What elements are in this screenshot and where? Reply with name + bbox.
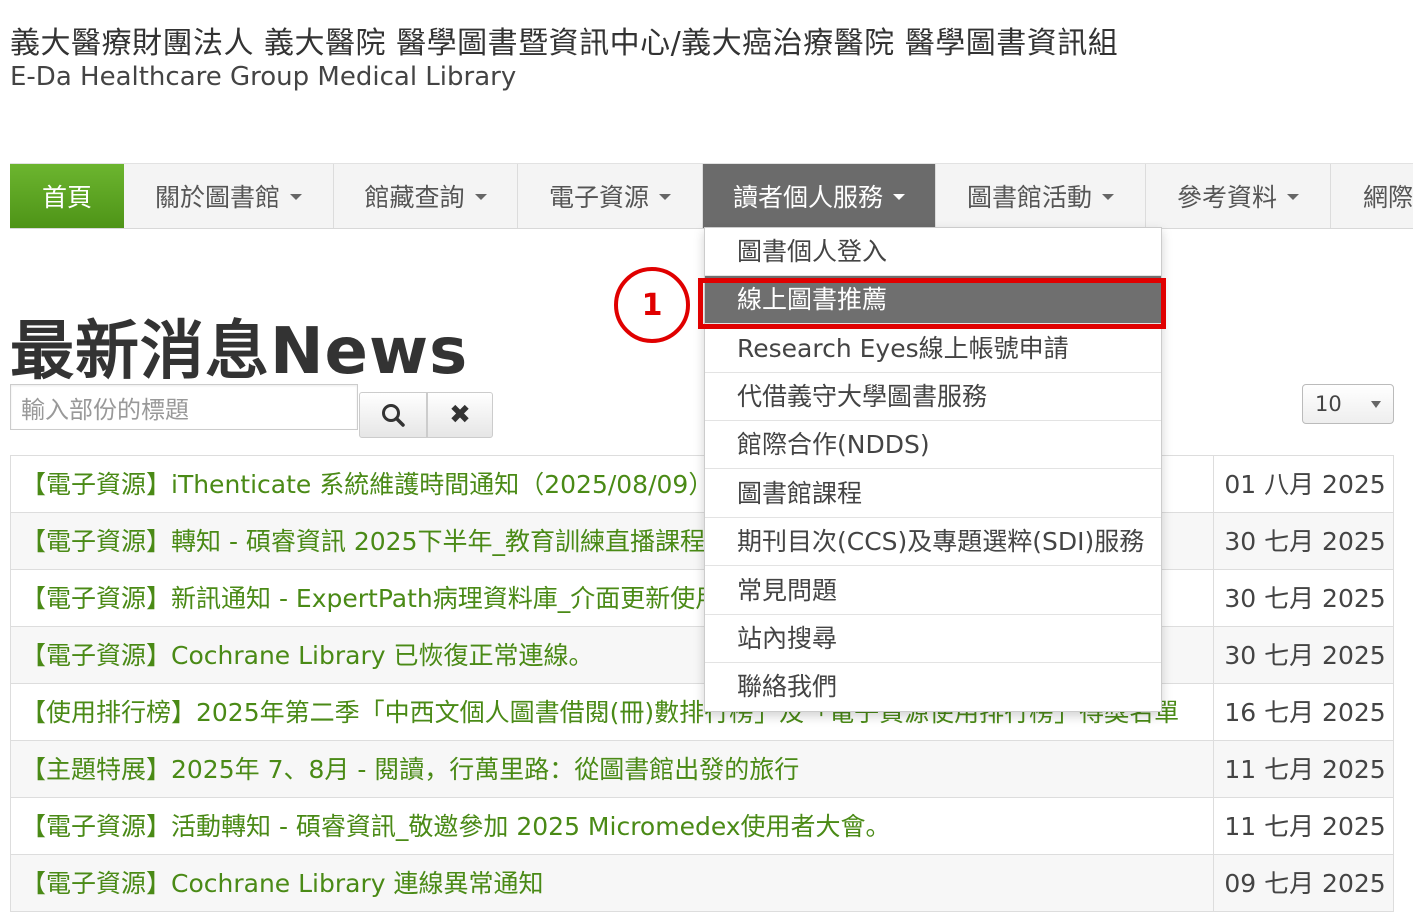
menu-item-ccs-sdi[interactable]: 期刊目次(CCS)及專題選粹(SDI)服務	[705, 518, 1161, 566]
news-title-link[interactable]: 【電子資源】轉知 - 碩睿資訊 2025下半年_教育訓練直播課程	[21, 513, 705, 570]
caret-down-icon	[893, 194, 905, 200]
main-navbar: 首頁 關於圖書館 館藏查詢 電子資源 讀者個人服務 圖書館活動 參考資料 網際	[10, 163, 1413, 229]
table-row: 【電子資源】iThenticate 系統維護時間通知（2025/08/09） 0…	[10, 456, 1394, 513]
caret-down-icon	[474, 194, 487, 200]
table-row: 【主題特展】2025年 7、8月 - 閱讀，行萬里路：從圖書館出發的旅行 11 …	[10, 741, 1394, 798]
table-row: 【電子資源】活動轉知 - 碩睿資訊_敬邀參加 2025 Micromedex使用…	[10, 798, 1394, 855]
annotation-highlight-box	[698, 278, 1166, 329]
page-size-value: 10	[1315, 392, 1342, 416]
news-date: 30 七月 2025	[1213, 513, 1396, 569]
table-row: 【電子資源】Cochrane Library 連線異常通知 09 七月 2025	[10, 855, 1394, 912]
news-date: 09 七月 2025	[1213, 855, 1396, 911]
nav-label: 讀者個人服務	[732, 183, 883, 212]
caret-down-icon	[1102, 194, 1114, 200]
menu-item-ndds[interactable]: 館際合作(NDDS)	[705, 421, 1161, 469]
menu-item-faq[interactable]: 常見問題	[705, 567, 1161, 615]
nav-label: 網際	[1363, 183, 1413, 212]
table-row: 【使用排行榜】2025年第二季「中西文個人圖書借閱(冊)數排行榜」及「電子資源使…	[10, 684, 1394, 741]
news-date: 11 七月 2025	[1213, 741, 1396, 797]
nav-label: 圖書館活動	[966, 183, 1092, 212]
nav-home[interactable]: 首頁	[10, 164, 124, 228]
caret-down-icon	[290, 194, 302, 200]
chevron-down-icon	[1371, 401, 1381, 408]
news-title-link[interactable]: 【電子資源】新訊通知 - ExpertPath病理資料庫_介面更新使用	[21, 570, 720, 627]
step-number-badge: 1	[614, 267, 690, 343]
site-subtitle: E-Da Healthcare Group Medical Library	[10, 62, 517, 92]
table-row: 【電子資源】新訊通知 - ExpertPath病理資料庫_介面更新使用 30 七…	[10, 570, 1394, 627]
news-date: 11 七月 2025	[1213, 798, 1396, 854]
news-title-link[interactable]: 【電子資源】Cochrane Library 連線異常通知	[21, 855, 543, 912]
news-date: 16 七月 2025	[1213, 684, 1396, 740]
search-icon	[382, 404, 405, 427]
nav-label: 館藏查詢	[364, 183, 465, 212]
nav-label: 關於圖書館	[154, 183, 280, 212]
search-placeholder: 輸入部份的標題	[21, 395, 189, 424]
close-icon: ✖	[449, 400, 471, 430]
nav-internet[interactable]: 網際	[1331, 164, 1413, 228]
menu-item-isu-borrowing[interactable]: 代借義守大學圖書服務	[705, 373, 1161, 421]
nav-reader-services[interactable]: 讀者個人服務	[703, 164, 936, 228]
page-title: 最新消息News	[10, 315, 469, 389]
clear-button[interactable]: ✖	[427, 392, 493, 438]
table-row: 【電子資源】轉知 - 碩睿資訊 2025下半年_教育訓練直播課程 30 七月 2…	[10, 513, 1394, 570]
nav-catalog-search[interactable]: 館藏查詢	[334, 164, 518, 228]
caret-down-icon	[1287, 194, 1299, 200]
page-size-select[interactable]: 10	[1302, 384, 1394, 424]
news-date: 30 七月 2025	[1213, 570, 1396, 626]
search-button[interactable]	[359, 392, 427, 438]
nav-references[interactable]: 參考資料	[1146, 164, 1331, 228]
news-title-link[interactable]: 【電子資源】活動轉知 - 碩睿資訊_敬邀參加 2025 Micromedex使用…	[21, 798, 891, 855]
menu-item-site-search[interactable]: 站內搜尋	[705, 615, 1161, 663]
caret-down-icon	[659, 194, 671, 200]
news-title-link[interactable]: 【電子資源】Cochrane Library 已恢復正常連線。	[21, 627, 593, 684]
nav-about-library[interactable]: 關於圖書館	[124, 164, 334, 228]
table-row: 【電子資源】Cochrane Library 已恢復正常連線。 30 七月 20…	[10, 627, 1394, 684]
menu-item-research-eyes-account[interactable]: Research Eyes線上帳號申請	[705, 325, 1161, 373]
news-date: 01 八月 2025	[1213, 456, 1396, 512]
nav-library-events[interactable]: 圖書館活動	[936, 164, 1146, 228]
news-title-link[interactable]: 【電子資源】iThenticate 系統維護時間通知（2025/08/09）	[21, 456, 713, 513]
news-title-link[interactable]: 【主題特展】2025年 7、8月 - 閱讀，行萬里路：從圖書館出發的旅行	[21, 741, 799, 798]
menu-item-contact-us[interactable]: 聯絡我們	[705, 663, 1161, 711]
nav-home-label: 首頁	[41, 183, 92, 212]
nav-e-resources[interactable]: 電子資源	[518, 164, 703, 228]
nav-label: 參考資料	[1176, 183, 1277, 212]
search-input[interactable]: 輸入部份的標題	[10, 384, 358, 430]
menu-item-library-courses[interactable]: 圖書館課程	[705, 470, 1161, 518]
nav-label: 電子資源	[548, 183, 649, 212]
menu-item-personal-login[interactable]: 圖書個人登入	[705, 228, 1161, 276]
news-table: 【電子資源】iThenticate 系統維護時間通知（2025/08/09） 0…	[10, 455, 1394, 912]
news-date: 30 七月 2025	[1213, 627, 1396, 683]
site-title: 義大醫療財團法人 義大醫院 醫學圖書暨資訊中心/義大癌治療醫院 醫學圖書資訊組	[10, 26, 1119, 61]
